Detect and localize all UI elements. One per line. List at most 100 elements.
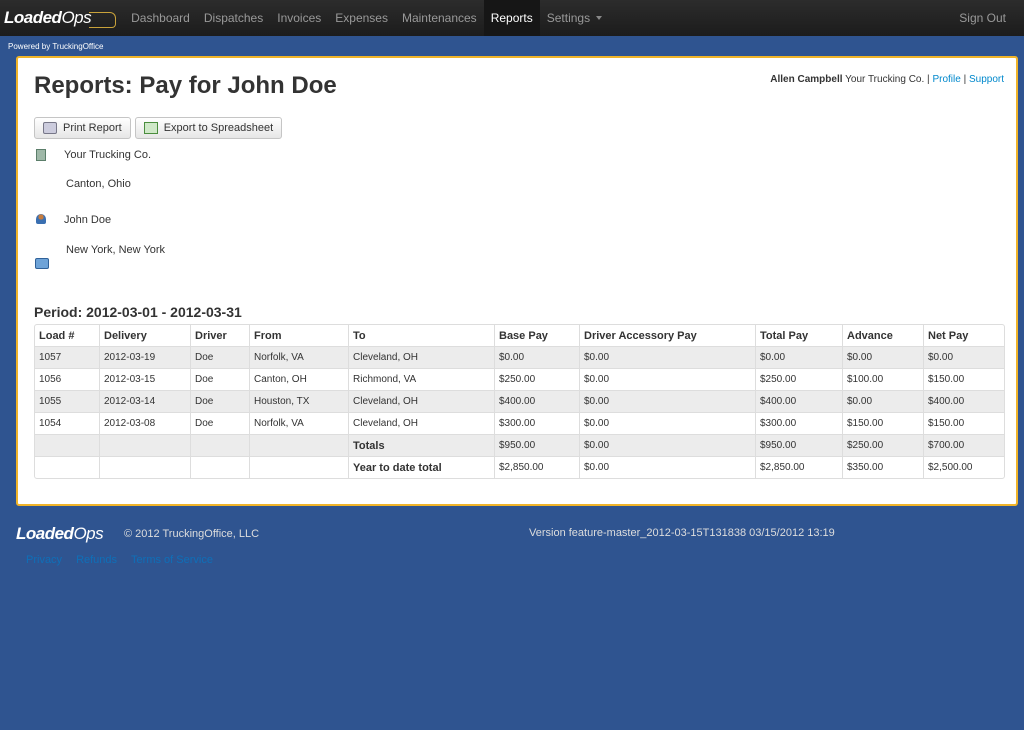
table-cell: $0.00: [494, 346, 579, 368]
table-cell: $950.00: [755, 434, 842, 456]
table-cell: 1056: [35, 368, 99, 390]
table-row: 1054 2012-03-08 Doe Norfolk, VA Cleveland, O…: [35, 412, 1004, 434]
table-cell: $2,500.00: [923, 456, 1004, 478]
toolbar: Print Report Export to Spreadsheet: [34, 117, 283, 139]
col-driver: Driver: [190, 325, 249, 346]
driver-info-name: John Doe: [64, 214, 112, 226]
table-cell: 1057: [35, 346, 99, 368]
table-cell: $400.00: [494, 390, 579, 412]
table-cell: $250.00: [842, 434, 923, 456]
col-advance: Advance: [842, 325, 923, 346]
nav-settings[interactable]: Settings: [540, 0, 609, 36]
table-cell: Cleveland, OH: [348, 412, 494, 434]
table-cell: 1055: [35, 390, 99, 412]
table-cell: $0.00: [579, 456, 755, 478]
table-cell: $2,850.00: [755, 456, 842, 478]
separator: |: [963, 74, 967, 85]
export-spreadsheet-button[interactable]: Export to Spreadsheet: [134, 117, 283, 139]
table-cell: $250.00: [755, 368, 842, 390]
table-cell: [35, 434, 99, 456]
building-icon: [36, 149, 46, 161]
user-name: Allen Campbell: [770, 74, 843, 85]
table-header-row: Load # Delivery Driver From To Base Pay …: [35, 325, 1004, 346]
col-load: Load #: [39, 329, 75, 342]
table-cell: 2012-03-08: [99, 412, 190, 434]
nav-reports[interactable]: Reports: [483, 0, 540, 36]
table-cell: Canton, OH: [249, 368, 348, 390]
table-cell: $150.00: [923, 412, 1004, 434]
company-name: Your Trucking Co.: [845, 74, 925, 85]
person-icon: [36, 214, 46, 224]
table-cell: $700.00: [923, 434, 1004, 456]
nav-invoices[interactable]: Invoices: [270, 0, 328, 36]
nav-settings-label: Settings: [546, 11, 591, 25]
table-cell: Doe: [190, 368, 249, 390]
table-cell: $0.00: [755, 346, 842, 368]
refunds-link[interactable]: Refunds: [76, 554, 117, 566]
nav-expenses[interactable]: Expenses: [328, 0, 395, 36]
logo-text-light: Ops: [61, 8, 92, 27]
table-cell: Doe: [190, 412, 249, 434]
col-base-pay: Base Pay: [494, 325, 579, 346]
loadedops-logo[interactable]: Loaded Ops: [0, 0, 124, 36]
driver-info-location: New York, New York: [66, 244, 166, 256]
table-cell: $150.00: [842, 412, 923, 434]
caret-down-icon: [596, 16, 603, 20]
totals-row: Totals $950.00 $0.00 $950.00 $250.00 $700.00: [35, 434, 1004, 456]
page-title: Reports: Pay for John Doe: [34, 72, 337, 99]
table-row: 1057 2012-03-19 Doe Norfolk, VA Cleveland, O…: [35, 346, 1004, 368]
table-cell: 2012-03-15: [99, 368, 190, 390]
version-info: Version feature-master_2012-03-15T131838…: [529, 527, 835, 539]
nav-dashboard[interactable]: Dashboard: [124, 0, 197, 36]
print-report-button[interactable]: Print Report: [34, 117, 131, 139]
table-cell: $0.00: [579, 412, 755, 434]
phone-icon: [35, 258, 49, 269]
table-cell: $0.00: [842, 346, 923, 368]
table-cell: $250.00: [494, 368, 579, 390]
table-cell: $300.00: [494, 412, 579, 434]
company-info-location: Canton, Ohio: [66, 178, 131, 190]
table-cell: [249, 434, 348, 456]
table-cell: Doe: [190, 346, 249, 368]
nav-dispatches[interactable]: Dispatches: [197, 0, 270, 36]
period-heading: Period: 2012-03-01 - 2012-03-31: [34, 304, 242, 320]
privacy-link[interactable]: Privacy: [26, 554, 62, 566]
table-cell: $0.00: [579, 390, 755, 412]
table-cell: Houston, TX: [249, 390, 348, 412]
top-navbar: Loaded Ops Dashboard Dispatches Invoices …: [0, 0, 1024, 36]
table-cell: Norfolk, VA: [249, 412, 348, 434]
footer-logo-bold: Loaded: [16, 524, 74, 543]
table-cell: [35, 456, 99, 478]
sign-out-link[interactable]: Sign Out: [952, 0, 1013, 36]
table-cell: $300.00: [755, 412, 842, 434]
table-cell: $0.00: [923, 346, 1004, 368]
table-cell: $350.00: [842, 456, 923, 478]
nav-maintenances[interactable]: Maintenances: [395, 0, 484, 36]
ytd-total-row: Year to date total $2,850.00 $0.00 $2,850.0…: [35, 456, 1004, 478]
table-cell: Richmond, VA: [348, 368, 494, 390]
col-delivery: Delivery: [99, 325, 190, 346]
footer-logo: LoadedOps: [16, 524, 104, 544]
user-info: Allen Campbell Your Trucking Co. | Profi…: [770, 74, 1004, 85]
col-accessory-pay: Driver Accessory Pay: [579, 325, 755, 346]
table-cell: Year to date total: [348, 456, 494, 478]
table-cell: $0.00: [579, 346, 755, 368]
terms-link[interactable]: Terms of Service: [131, 554, 213, 566]
powered-by: Powered by TruckingOffice: [8, 42, 104, 51]
table-cell: $400.00: [755, 390, 842, 412]
spreadsheet-export-icon: [143, 122, 158, 134]
footer-logo-light: Ops: [73, 524, 104, 543]
table-row: 1055 2012-03-14 Doe Houston, TX Cleveland, O…: [35, 390, 1004, 412]
support-link[interactable]: Support: [969, 74, 1004, 85]
export-label: Export to Spreadsheet: [163, 122, 274, 134]
print-report-label: Print Report: [63, 122, 122, 134]
table-cell: 2012-03-14: [99, 390, 190, 412]
table-cell: $400.00: [923, 390, 1004, 412]
table-cell: 2012-03-19: [99, 346, 190, 368]
col-to: To: [348, 325, 494, 346]
table-cell: [99, 434, 190, 456]
table-row: 1056 2012-03-15 Doe Canton, OH Richmond, VA $…: [35, 368, 1004, 390]
profile-link[interactable]: Profile: [932, 74, 960, 85]
table-cell: [99, 456, 190, 478]
table-cell: [249, 456, 348, 478]
